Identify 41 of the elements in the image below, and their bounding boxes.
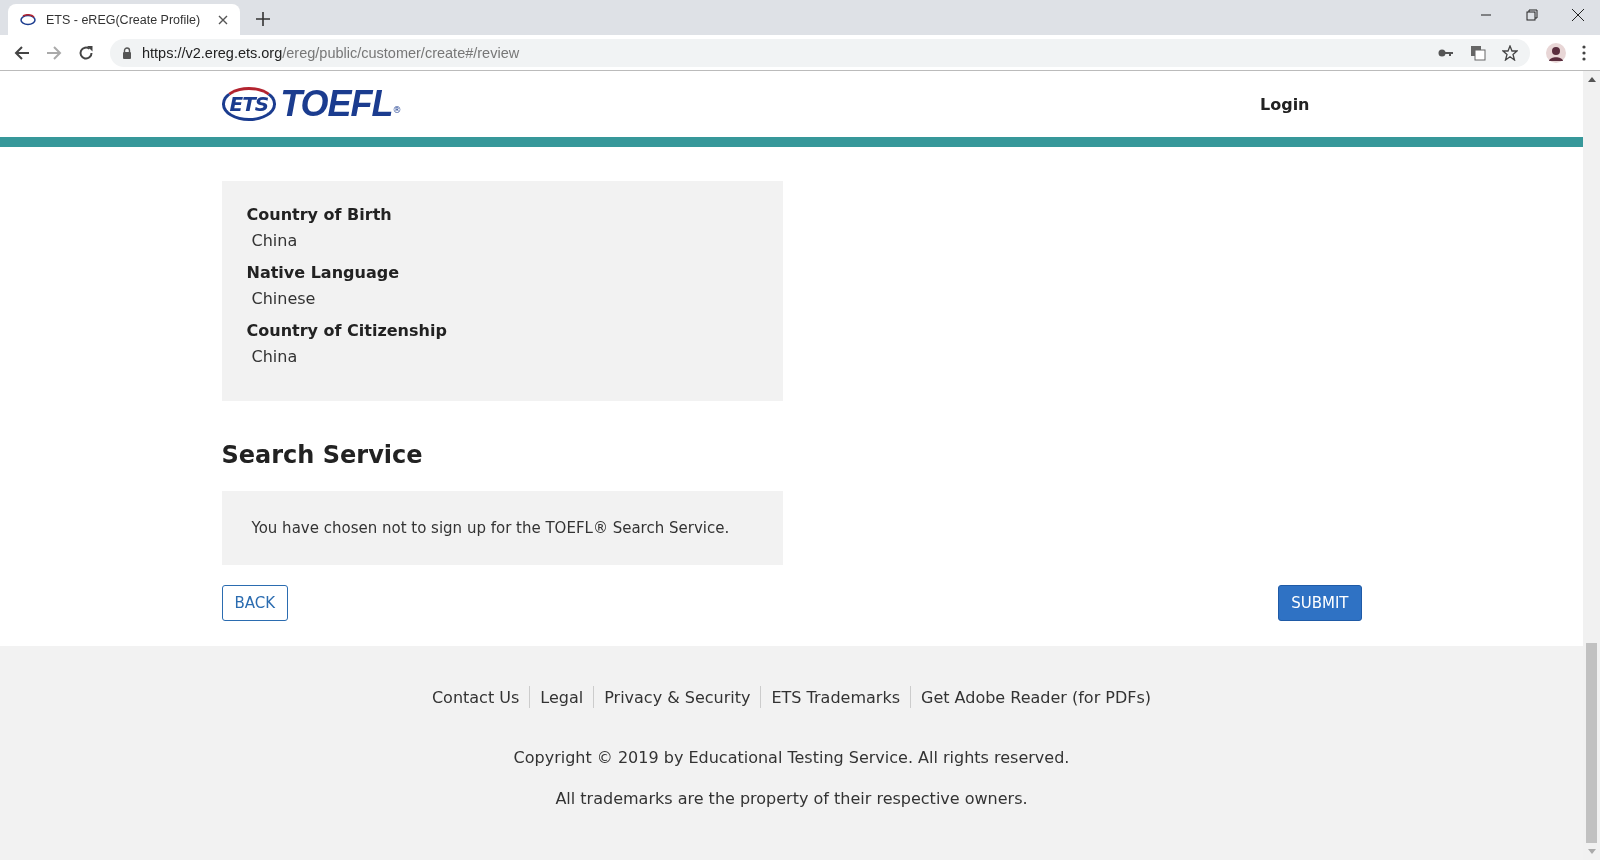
back-button[interactable]: BACK <box>221 585 289 621</box>
field-value: China <box>250 346 299 368</box>
ets-logo[interactable]: ETS <box>221 87 277 121</box>
reload-icon[interactable] <box>78 44 94 61</box>
ets-favicon-icon <box>20 13 36 26</box>
footer-link[interactable]: Get Adobe Reader (for PDFs) <box>911 687 1162 707</box>
scrollbar-thumb[interactable] <box>1586 643 1597 843</box>
field-label: Country of Birth <box>246 204 393 226</box>
field-value: Chinese <box>250 288 317 310</box>
login-link[interactable]: Login <box>1260 94 1310 114</box>
trademark-notice: All trademarks are the property of their respective owners. <box>555 789 1028 808</box>
copyright-text: Copyright © 2019 by Educational Testing Service. All rights reserved. <box>513 748 1070 767</box>
browser-tab[interactable]: ETS - eREG(Create Profile) <box>8 4 240 35</box>
key-icon[interactable] <box>1438 47 1454 58</box>
field-label: Country of Citizenship <box>246 320 448 342</box>
new-tab-icon[interactable] <box>256 12 270 26</box>
field-value: China <box>250 230 299 252</box>
address-bar[interactable]: https://v2.ereg.ets.org/ereg/public/customer/create#/review <box>110 38 1530 67</box>
lock-icon <box>122 46 132 59</box>
field-label: Native Language <box>246 262 400 284</box>
back-arrow-icon[interactable] <box>14 44 30 61</box>
scroll-up-icon[interactable] <box>1587 77 1596 82</box>
scrollbar[interactable] <box>1583 71 1600 860</box>
star-icon[interactable] <box>1502 44 1518 61</box>
profile-avatar-icon[interactable] <box>1546 42 1566 63</box>
restore-icon[interactable] <box>1526 9 1538 21</box>
footer-link[interactable]: Legal <box>530 687 594 707</box>
registered-mark: ® <box>392 105 402 115</box>
close-tab-icon[interactable] <box>218 14 228 25</box>
toefl-logo-text[interactable]: TOEFL <box>280 83 393 125</box>
translate-icon[interactable] <box>1470 44 1486 61</box>
section-heading: Search Service <box>221 441 424 469</box>
menu-icon[interactable] <box>1582 44 1586 61</box>
submit-button[interactable]: SUBMIT <box>1278 585 1362 621</box>
footer-link[interactable]: ETS Trademarks <box>761 687 910 707</box>
url-text: https://v2.ereg.ets.org/ereg/public/customer/create#/review <box>142 44 520 61</box>
close-icon[interactable] <box>1572 9 1584 21</box>
info-text: You have chosen not to sign up for the TOEFL® Search Service. <box>251 518 731 539</box>
footer-link[interactable]: Contact Us <box>421 687 530 707</box>
tab-title: ETS - eREG(Create Profile) <box>46 12 202 27</box>
footer-link[interactable]: Privacy & Security <box>594 687 761 707</box>
